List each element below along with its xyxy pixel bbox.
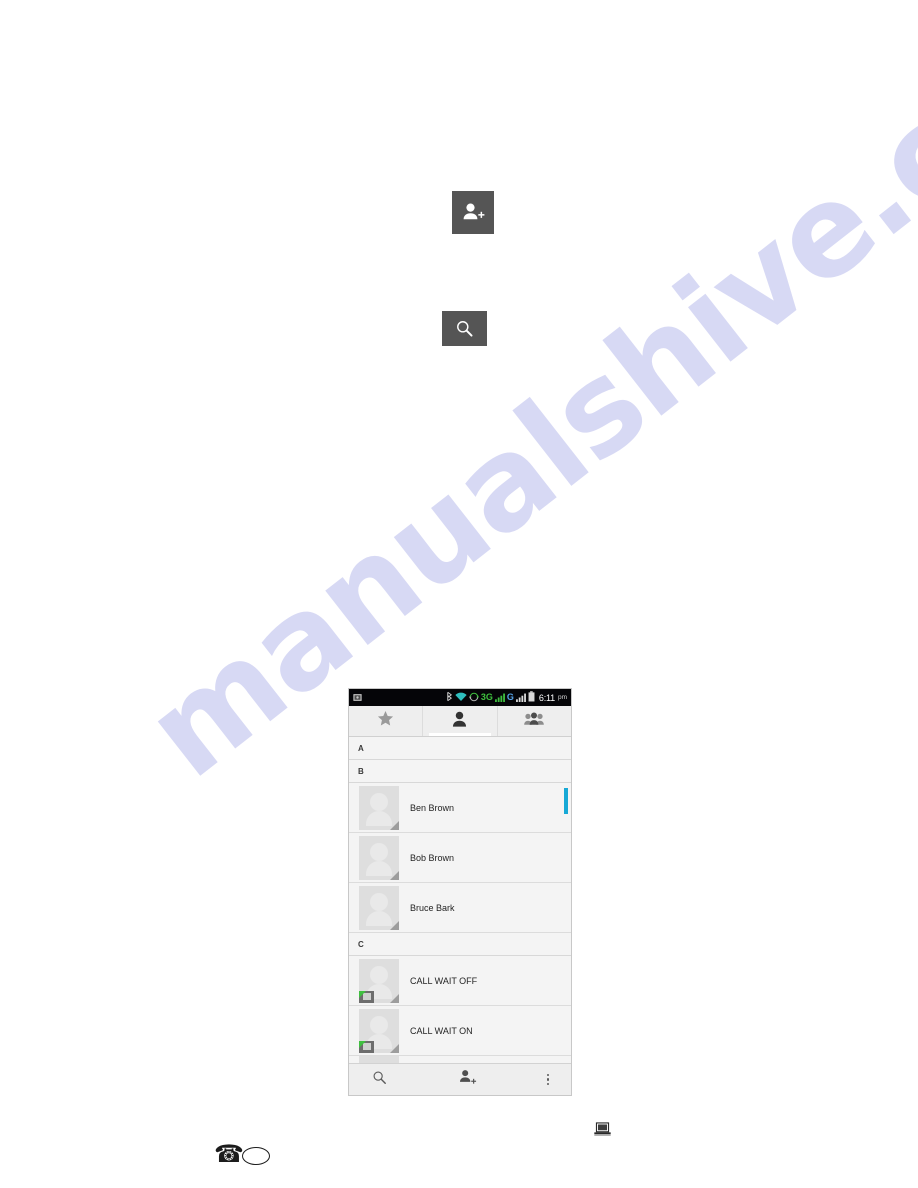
section-header: A [349,737,571,760]
laptop-icon [594,1122,611,1143]
avatar [359,785,399,830]
contact-list-item[interactable]: Bruce Bark [349,883,571,933]
avatar [359,1056,399,1063]
bluetooth-icon [446,689,453,707]
wifi-icon [455,689,467,707]
contact-list-item[interactable]: Bob Brown [349,833,571,883]
tab-groups[interactable] [498,706,571,736]
avatar [359,835,399,880]
avatar [359,958,399,1003]
tab-favorites[interactable] [349,706,424,736]
contact-list-item[interactable]: Ben Brown [349,783,571,833]
status-bar-time: 6:11 [538,692,555,703]
contact-list-item[interactable] [349,1056,571,1063]
phone-action-bar [349,1063,571,1095]
contact-name: Bob Brown [410,852,455,863]
contact-list[interactable]: A B Ben Brown Bob Brown Bruce Bark C CAL… [349,737,571,1063]
action-add-contact-button[interactable] [409,1069,525,1091]
signal-bars-3g-icon [494,689,505,707]
screenshot-icon [353,689,362,707]
network-g-label: G [506,692,514,702]
telephone-glyph-icon: ☎ [214,1140,244,1168]
person-add-icon [461,201,485,225]
person-icon [452,711,467,732]
phone-tab-bar [349,706,571,737]
avatar [359,1008,399,1053]
sync-icon [468,689,479,707]
phone-screenshot: 3G G 6:11 pm A B Ben Brown Bob Brown Bru… [348,688,572,1096]
overflow-menu-icon [546,1073,550,1086]
star-icon [377,710,394,732]
watermark-text: manualshive.com [120,0,918,806]
search-icon [372,1070,387,1090]
oval-outline-shape [242,1147,270,1165]
contact-name: CALL WAIT OFF [410,975,478,986]
contact-name: CALL WAIT ON [410,1025,473,1036]
search-icon [455,319,474,338]
add-contact-button[interactable] [452,191,494,234]
section-header: C [349,933,571,956]
search-button[interactable] [442,311,487,346]
sim-card-badge-icon [359,1040,374,1053]
tab-contacts[interactable] [423,706,498,736]
person-add-icon [458,1069,477,1091]
contact-list-item[interactable]: CALL WAIT ON [349,1006,571,1056]
action-more-options-button[interactable] [525,1073,571,1086]
sim-card-badge-icon [359,990,374,1003]
phone-status-bar: 3G G 6:11 pm [349,689,571,706]
avatar [359,885,399,930]
contact-list-item[interactable]: CALL WAIT OFF [349,956,571,1006]
contact-name: Bruce Bark [410,902,455,913]
contact-name: Ben Brown [410,802,455,813]
network-3g-label: 3G [480,692,493,702]
group-icon [524,711,545,731]
battery-icon [528,689,535,707]
list-scrollbar-thumb[interactable] [564,788,568,814]
action-search-button[interactable] [349,1070,409,1090]
section-header: B [349,760,571,783]
status-bar-time-suffix: pm [557,694,567,701]
signal-bars-g-icon [515,689,526,707]
